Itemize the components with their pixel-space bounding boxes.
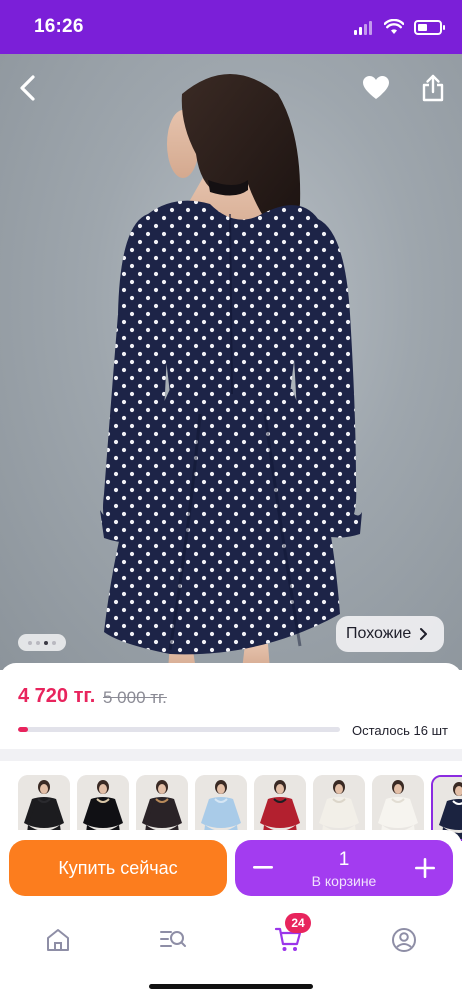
pagination-dot — [36, 640, 40, 645]
photo-pagination — [18, 634, 66, 651]
similar-button[interactable]: Похожие — [336, 616, 444, 652]
home-indicator — [149, 984, 313, 989]
increase-quantity-button[interactable] — [411, 854, 439, 882]
catalog-search-icon — [160, 931, 186, 947]
pagination-dot — [28, 640, 32, 645]
tab-profile[interactable] — [384, 920, 424, 960]
battery-icon — [414, 19, 445, 35]
buy-now-button[interactable]: Купить сейчас — [9, 840, 227, 896]
color-variants-strip — [0, 761, 462, 841]
old-price: 5 000 тг. — [103, 688, 167, 707]
tab-catalog[interactable] — [153, 920, 193, 960]
cart-count-badge: 24 — [285, 913, 311, 933]
cellular-signal-icon — [354, 19, 374, 35]
share-icon — [422, 74, 444, 102]
section-divider — [0, 749, 462, 761]
profile-icon — [392, 928, 416, 952]
action-bar: Купить сейчас 1 В корзине — [0, 830, 462, 910]
price-card: 4 720 тг. 5 000 тг. Осталось 16 шт — [0, 663, 462, 749]
similar-label: Похожие — [346, 625, 412, 642]
status-bar: 16:26 — [0, 0, 462, 54]
product-image — [100, 74, 362, 670]
pagination-dot — [52, 640, 56, 645]
heart-icon — [363, 76, 389, 99]
chevron-right-icon — [420, 628, 428, 640]
home-icon — [47, 929, 69, 951]
status-icons — [354, 17, 445, 37]
status-time: 16:26 — [34, 16, 84, 37]
battery-level — [418, 23, 427, 31]
wifi-icon — [384, 19, 404, 34]
tab-home[interactable] — [38, 920, 78, 960]
product-photo[interactable]: Похожие — [0, 54, 462, 670]
cart-quantity-control: 1 В корзине — [235, 840, 453, 896]
stock-progress-bar — [18, 727, 340, 732]
current-price: 4 720 тг. — [18, 685, 96, 707]
plus-icon — [415, 858, 435, 878]
favorite-button[interactable] — [356, 68, 396, 108]
back-button[interactable] — [8, 68, 48, 108]
stock-remaining-text: Осталось 16 шт — [352, 723, 448, 738]
pagination-dot — [44, 640, 48, 645]
share-button[interactable] — [413, 68, 453, 108]
chevron-left-icon — [20, 75, 35, 101]
stock-progress-fill — [18, 727, 28, 732]
